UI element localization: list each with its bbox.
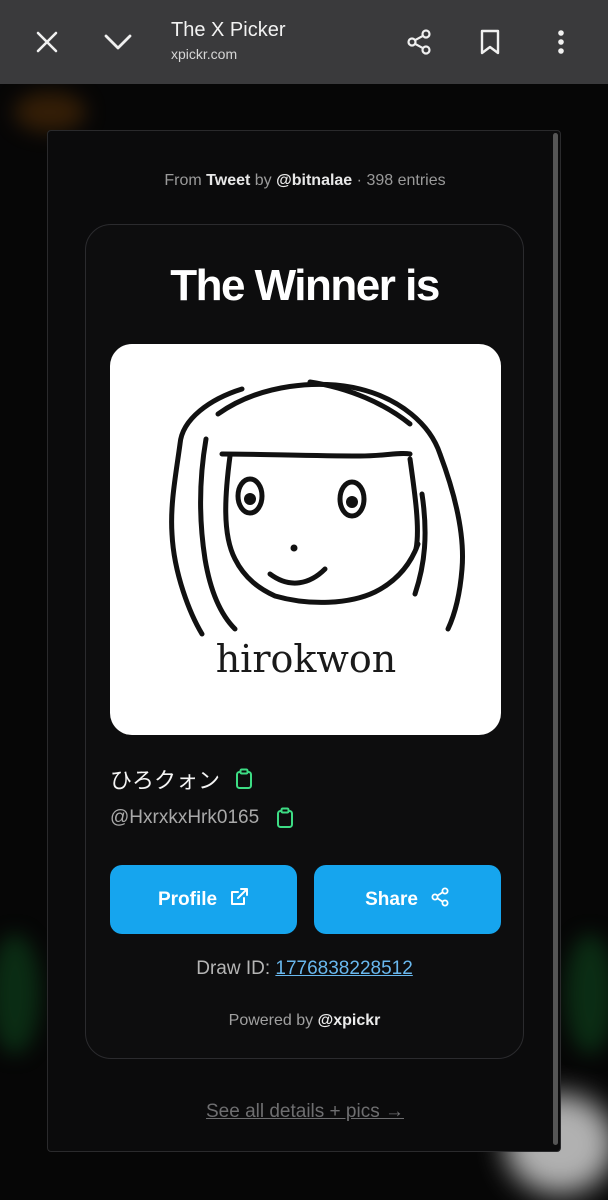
winner-display-name: ひろクォン (110, 769, 221, 794)
profile-button[interactable]: Profile (110, 865, 297, 934)
avatar-signature-text: hirokwon (216, 637, 397, 681)
winner-avatar: hirokwon (110, 344, 501, 735)
source-by-label: by (254, 172, 272, 189)
copy-handle-clipboard-icon[interactable] (275, 807, 295, 829)
source-separator: · (356, 172, 362, 189)
bookmark-icon[interactable] (466, 18, 514, 66)
copy-name-clipboard-icon[interactable] (234, 768, 254, 790)
source-type: Tweet (206, 172, 251, 189)
share-button[interactable]: Share (314, 865, 501, 934)
winner-handle: @HxrxkxHrk0165 (110, 807, 260, 828)
see-all-details-link[interactable]: See all details + pics → (48, 1101, 562, 1123)
close-icon[interactable] (23, 18, 71, 66)
share-nodes-icon (430, 887, 450, 913)
winner-handle-row: @HxrxkxHrk0165 (110, 807, 295, 829)
source-author: @bitnalae (276, 172, 353, 189)
winner-card: The Winner is hirokwon ひろクォン @HxrxkxHrk0… (85, 224, 524, 1059)
background-orange-blob (14, 92, 86, 132)
browser-toolbar: The X Picker xpickr.com (0, 0, 608, 84)
modal-scrollbar[interactable] (553, 133, 558, 1145)
source-entries: 398 entries (366, 172, 446, 189)
page-title: The X Picker (171, 19, 286, 41)
more-options-icon[interactable] (537, 18, 585, 66)
powered-by-label: Powered by (228, 1012, 314, 1029)
chevron-down-icon[interactable] (94, 18, 142, 66)
winner-name-row: ひろクォン (110, 763, 254, 795)
powered-by-line: Powered by @xpickr (86, 1012, 523, 1030)
source-line: From Tweet by @bitnalae · 398 entries (48, 172, 562, 190)
profile-button-label: Profile (157, 888, 218, 910)
page-title-area[interactable]: The X Picker xpickr.com (171, 18, 285, 62)
draw-id-link[interactable]: 1776838228512 (275, 958, 412, 979)
source-from-label: From (164, 172, 202, 189)
powered-by-brand[interactable]: @xpickr (318, 1012, 381, 1029)
share-button-label: Share (365, 888, 418, 910)
page-url: xpickr.com (171, 46, 238, 62)
winner-heading: The Winner is (170, 261, 440, 310)
draw-id-line: Draw ID: 1776838228512 (86, 958, 523, 980)
winner-modal: From Tweet by @bitnalae · 398 entries Th… (47, 130, 561, 1152)
external-link-icon (229, 887, 249, 913)
share-icon[interactable] (395, 18, 443, 66)
draw-id-label: Draw ID: (196, 958, 271, 979)
background-green-blob-left (0, 934, 40, 1054)
background-green-blob-right (565, 934, 608, 1054)
